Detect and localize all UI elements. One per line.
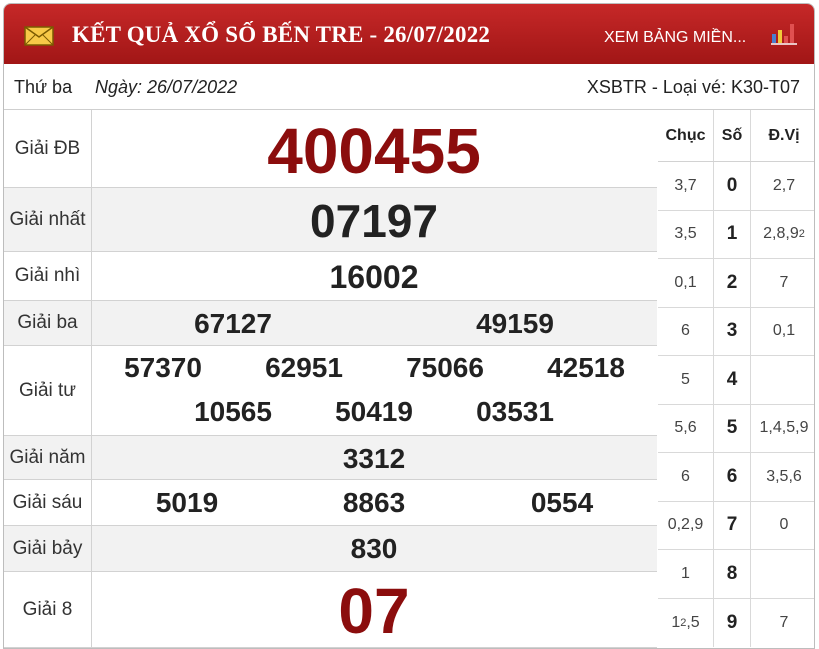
weekday: Thứ ba	[14, 77, 73, 97]
prize-number: 16002	[329, 259, 419, 295]
loto-units: 1,4,5,9	[759, 419, 809, 437]
prize-number: 49159	[476, 308, 554, 339]
prize-number: 5019	[155, 487, 219, 518]
bar-chart-icon[interactable]	[770, 20, 798, 46]
prize-label: Giải năm	[4, 436, 92, 479]
loto-digit: 5	[713, 404, 751, 452]
view-region-link[interactable]: XEM BẢNG MIỀN...	[604, 29, 746, 47]
prize-label: Giải 8	[4, 572, 92, 647]
loto-tens: 6	[681, 467, 690, 485]
tens-header: Chục	[665, 126, 706, 144]
prize-number: 0554	[530, 487, 594, 518]
loto-tens: 5,6	[674, 419, 697, 437]
prize-row-eighth: Giải 8 07	[4, 572, 657, 648]
loto-units: 7	[779, 273, 789, 291]
loto-row: 5 4	[658, 356, 814, 405]
loto-tens: 3,7	[674, 176, 697, 194]
prize-number: 10565	[194, 396, 272, 427]
prize-label: Giải ba	[4, 301, 92, 345]
prize-label: Giải bảy	[4, 526, 92, 571]
loto-tens: 6	[681, 322, 690, 340]
prize-row-third: Giải ba 67127 49159	[4, 301, 657, 346]
prize-label: Giải ĐB	[4, 110, 92, 187]
loto-tens: 0,2,9	[667, 516, 704, 534]
prize-number: 03531	[476, 396, 554, 427]
info-bar: Thứ ba Ngày: 26/07/2022 XSBTR - Loại vé:…	[4, 64, 814, 110]
loto-row: 1 2,5 9 7	[658, 598, 814, 647]
loto-row: 6 6 3,5,6	[658, 453, 814, 502]
loto-tens: 3,5	[674, 225, 697, 243]
prize-number: 3312	[342, 443, 406, 474]
loto-tens: 1	[681, 564, 690, 582]
prize-row-first: Giải nhất 07197	[4, 188, 657, 252]
loto-units	[751, 550, 814, 598]
loto-digit: 3	[713, 307, 751, 355]
draw-date: Ngày: 26/07/2022	[95, 77, 238, 97]
prize-row-fourth: Giải tư 57370 62951 75066 42518 10565 50…	[4, 346, 657, 436]
prize-row-seventh: Giải bảy 830	[4, 526, 657, 572]
prize-number: 07197	[310, 195, 438, 247]
loto-digit: 1	[713, 210, 751, 258]
prize-label: Giải sáu	[4, 480, 92, 525]
loto-tens-text: 1	[671, 613, 681, 631]
loto-units	[751, 356, 814, 404]
loto-units: 3,5,6	[766, 467, 802, 485]
loto-row: 5,6 5 1,4,5,9	[658, 404, 814, 453]
header-bar: KẾT QUẢ XỔ SỐ BẾN TRE - 26/07/2022 XEM B…	[4, 4, 814, 64]
loto-units: 2,7	[772, 176, 796, 194]
units-header: Đ.Vị	[768, 126, 800, 144]
prize-number: 07	[338, 575, 410, 647]
loto-digit: 6	[713, 453, 751, 501]
loto-units: 2,8,9 2	[763, 225, 805, 243]
loto-digit: 4	[713, 356, 751, 404]
prize-number: 42518	[547, 352, 625, 383]
prize-number: 400455	[267, 115, 481, 187]
loto-digit: 8	[713, 550, 751, 598]
loto-header: Chục Số Đ.Vị	[658, 110, 814, 162]
prize-number: 830	[350, 533, 398, 564]
prize-number: 75066	[406, 352, 484, 383]
page-title: KẾT QUẢ XỔ SỐ BẾN TRE - 26/07/2022	[72, 22, 491, 47]
loto-row: 6 3 0,1	[658, 307, 814, 356]
prize-row-special: Giải ĐB 400455	[4, 110, 657, 188]
mail-icon	[24, 26, 54, 46]
prize-label: Giải tư	[4, 346, 92, 435]
loto-digit: 0	[713, 162, 751, 210]
prize-number: 67127	[194, 308, 272, 339]
loto-row: 0,1 2 7	[658, 259, 814, 308]
loto-row: 0,2,9 7 0	[658, 501, 814, 550]
loto-digit: 7	[713, 501, 751, 549]
prize-label: Giải nhất	[4, 188, 92, 251]
loto-digit: 2	[713, 259, 751, 307]
prize-row-sixth: Giải sáu 5019 8863 0554	[4, 480, 657, 526]
ticket-type: XSBTR - Loại vé: K30-T07	[586, 77, 800, 97]
prize-number: 8863	[342, 487, 406, 518]
loto-tens: 1 2,5	[671, 613, 700, 631]
prize-number: 50419	[335, 396, 413, 427]
prize-row-second: Giải nhì 16002	[4, 252, 657, 301]
prize-label: Giải nhì	[4, 252, 92, 300]
loto-tens: 0,1	[674, 273, 697, 291]
loto-tens: 5	[681, 370, 690, 388]
prize-number: 62951	[265, 352, 343, 383]
results-panel: KẾT QUẢ XỔ SỐ BẾN TRE - 26/07/2022 XEM B…	[3, 3, 815, 649]
digit-header: Số	[713, 110, 751, 161]
loto-units-text: 2,8,9	[763, 225, 799, 243]
loto-row: 3,7 0 2,7	[658, 162, 814, 211]
loto-units: 7	[779, 613, 789, 631]
loto-units: 0	[779, 516, 789, 534]
prize-row-fifth: Giải năm 3312	[4, 436, 657, 480]
loto-units: 0,1	[772, 322, 796, 340]
loto-tens-rest: ,5	[686, 613, 700, 631]
loto-row: 3,5 1 2,8,9 2	[658, 210, 814, 259]
loto-digit: 9	[713, 598, 751, 647]
loto-row: 1 8	[658, 550, 814, 599]
prize-number: 57370	[124, 352, 202, 383]
